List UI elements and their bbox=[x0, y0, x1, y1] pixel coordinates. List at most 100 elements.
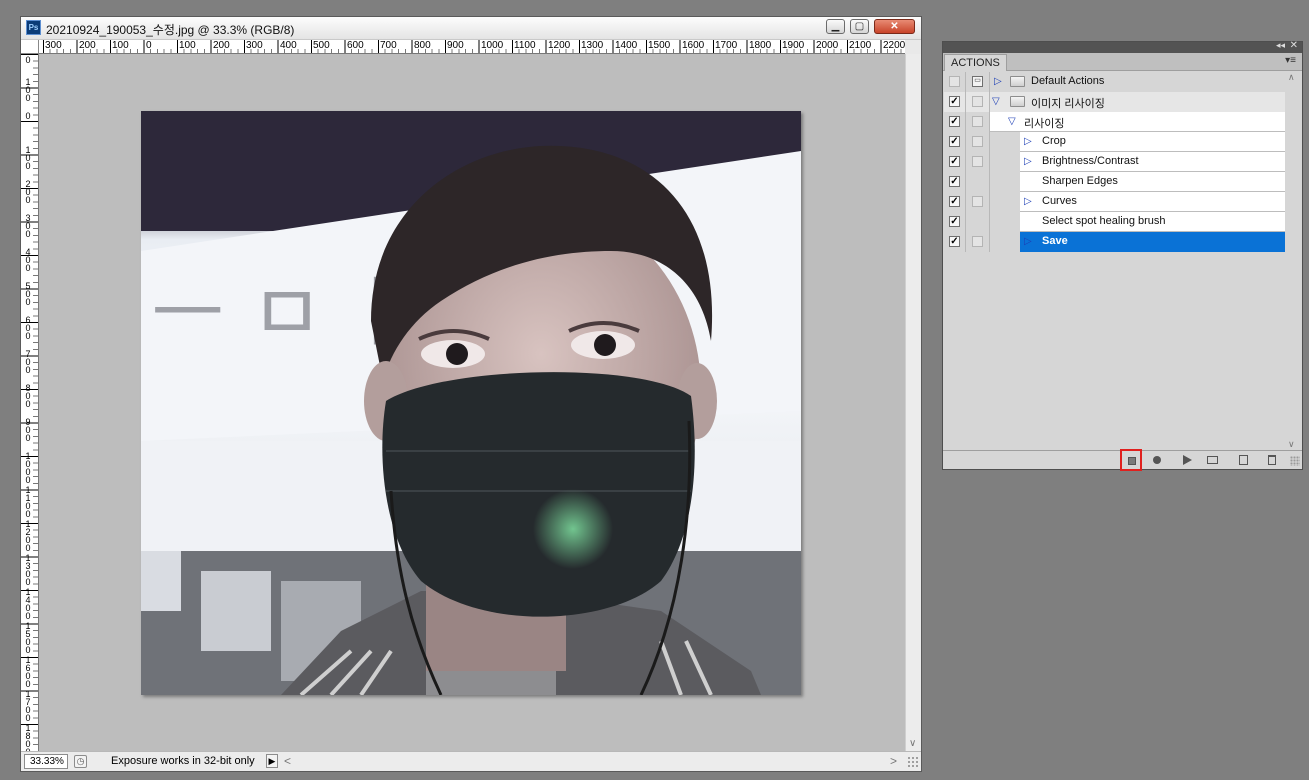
vertical-ruler[interactable]: 0 100 0 100 200 300 400 500 600 700 800 … bbox=[21, 54, 39, 751]
ruler-h-label: 1000 bbox=[481, 40, 504, 51]
scroll-left-arrow[interactable]: < bbox=[284, 754, 291, 768]
dialog-toggle-icon[interactable]: ▭ bbox=[972, 76, 983, 87]
delete-button[interactable] bbox=[1264, 452, 1280, 468]
toggle-item-checkbox[interactable]: ✓ bbox=[949, 216, 960, 227]
dialog-toggle-icon[interactable] bbox=[972, 196, 983, 207]
tab-actions[interactable]: ACTIONS bbox=[944, 54, 1007, 71]
create-new-action-button[interactable] bbox=[1235, 452, 1251, 468]
close-button[interactable]: ✕ bbox=[874, 19, 915, 34]
ruler-v-label: 1100 bbox=[25, 485, 31, 519]
scroll-up-arrow[interactable]: ∧ bbox=[1288, 72, 1295, 83]
minimize-button[interactable]: ▁ bbox=[826, 19, 845, 34]
toggle-item-checkbox[interactable]: ✓ bbox=[949, 176, 960, 187]
dialog-toggle-icon[interactable] bbox=[972, 236, 983, 247]
command-curves[interactable]: ✓ ▷ Curves bbox=[944, 192, 1285, 212]
action-set-resize[interactable]: ✓ ▽ 이미지 리사이징 bbox=[944, 92, 1285, 112]
panel-scrollbar[interactable]: ∧ ∨ bbox=[1285, 72, 1301, 450]
record-icon bbox=[1153, 456, 1161, 464]
ruler-h-label: 1600 bbox=[682, 40, 705, 51]
scroll-down-arrow[interactable]: ∨ bbox=[909, 738, 916, 749]
expand-triangle-icon[interactable]: ▷ bbox=[1024, 236, 1032, 247]
command-label: Curves bbox=[1042, 195, 1077, 207]
document-titlebar[interactable]: Ps 20210924_190053_수정.jpg @ 33.3% (RGB/8… bbox=[21, 17, 921, 40]
ruler-v-label: 0 bbox=[25, 111, 31, 121]
ruler-h-label: 600 bbox=[347, 40, 364, 51]
begin-recording-button[interactable] bbox=[1149, 452, 1165, 468]
vertical-scrollbar[interactable]: ∨ bbox=[905, 54, 921, 751]
command-brightness-contrast[interactable]: ✓ ▷ Brightness/Contrast bbox=[944, 152, 1285, 172]
panel-header-bar[interactable]: ◂◂ ✕ bbox=[943, 40, 1302, 53]
toggle-item-checkbox[interactable]: ✓ bbox=[949, 136, 960, 147]
status-bar: 33.33% ◷ Exposure works in 32-bit only ▶… bbox=[21, 751, 921, 771]
folder-icon bbox=[1207, 456, 1218, 464]
command-select-spot-healing-brush[interactable]: ✓ Select spot healing brush bbox=[944, 212, 1285, 232]
dialog-toggle-icon[interactable] bbox=[972, 136, 983, 147]
document-window[interactable]: Ps 20210924_190053_수정.jpg @ 33.3% (RGB/8… bbox=[20, 16, 922, 772]
ruler-v-label: 1600 bbox=[25, 655, 31, 689]
toggle-item-checkbox[interactable] bbox=[949, 76, 960, 87]
collapse-triangle-icon[interactable]: ▽ bbox=[1008, 116, 1016, 127]
resize-grip[interactable] bbox=[907, 756, 919, 768]
play-selection-button[interactable] bbox=[1178, 452, 1194, 468]
horizontal-ruler[interactable]: 300 200 100 0 100 200 300 400 500 600 70… bbox=[39, 40, 905, 54]
toggle-item-checkbox[interactable]: ✓ bbox=[949, 196, 960, 207]
ruler-h-label: 200 bbox=[213, 40, 230, 51]
folder-icon bbox=[1010, 96, 1025, 107]
stop-recording-button[interactable] bbox=[1120, 449, 1142, 471]
close-panel-icon[interactable]: ✕ bbox=[1290, 40, 1298, 51]
ruler-h-label: 0 bbox=[146, 40, 152, 51]
ruler-v-label: 1800 bbox=[25, 723, 31, 752]
ruler-h-label: 800 bbox=[414, 40, 431, 51]
action-set-default[interactable]: ▭ ▷ Default Actions bbox=[944, 72, 1285, 92]
document-info-icon[interactable]: ◷ bbox=[74, 755, 87, 768]
ruler-v-label: 300 bbox=[25, 213, 31, 239]
create-new-set-button[interactable] bbox=[1205, 452, 1221, 468]
ruler-h-label: 200 bbox=[79, 40, 96, 51]
ruler-h-label: 1400 bbox=[615, 40, 638, 51]
dialog-toggle-icon[interactable] bbox=[972, 116, 983, 127]
toggle-item-checkbox[interactable]: ✓ bbox=[949, 116, 960, 127]
ruler-v-label: 0 bbox=[25, 55, 31, 65]
expand-triangle-icon[interactable]: ▷ bbox=[994, 76, 1002, 87]
toggle-item-checkbox[interactable]: ✓ bbox=[949, 96, 960, 107]
collapse-triangle-icon[interactable]: ▽ bbox=[992, 96, 1000, 107]
command-label: Save bbox=[1042, 235, 1068, 247]
ruler-h-label: 1200 bbox=[548, 40, 571, 51]
dialog-toggle-icon[interactable] bbox=[972, 156, 983, 167]
document-image[interactable]: ㅡ ㅁ ㅐ bbox=[141, 111, 801, 695]
command-sharpen-edges[interactable]: ✓ Sharpen Edges bbox=[944, 172, 1285, 192]
ruler-v-label: 500 bbox=[25, 281, 31, 307]
expand-triangle-icon[interactable]: ▷ bbox=[1024, 196, 1032, 207]
ruler-h-label: 100 bbox=[179, 40, 196, 51]
panel-menu-icon[interactable]: ▾≡ bbox=[1285, 55, 1296, 66]
dialog-toggle-icon[interactable] bbox=[972, 96, 983, 107]
toggle-item-checkbox[interactable]: ✓ bbox=[949, 156, 960, 167]
expand-triangle-icon[interactable]: ▷ bbox=[1024, 156, 1032, 167]
trash-icon bbox=[1268, 455, 1276, 465]
ruler-v-label: 800 bbox=[25, 383, 31, 409]
command-crop[interactable]: ✓ ▷ Crop bbox=[944, 132, 1285, 152]
ruler-h-label: 400 bbox=[280, 40, 297, 51]
panel-tab-bar: ACTIONS ▾≡ bbox=[943, 53, 1302, 71]
expand-triangle-icon[interactable]: ▷ bbox=[1024, 136, 1032, 147]
document-title: 20210924_190053_수정.jpg @ 33.3% (RGB/8) bbox=[46, 23, 295, 37]
photoshop-app-icon: Ps bbox=[26, 20, 41, 35]
action-resize[interactable]: ✓ ▽ 리사이징 bbox=[944, 112, 1285, 132]
canvas-area[interactable]: ㅡ ㅁ ㅐ bbox=[39, 54, 905, 751]
panel-resize-grip[interactable] bbox=[1290, 456, 1300, 466]
command-label: Crop bbox=[1042, 135, 1066, 147]
command-save[interactable]: ✓ ▷ Save bbox=[944, 232, 1285, 252]
ruler-h-label: 2200 bbox=[883, 40, 905, 51]
collapse-panel-icon[interactable]: ◂◂ bbox=[1276, 40, 1285, 51]
maximize-button[interactable]: ▢ bbox=[850, 19, 869, 34]
zoom-level-field[interactable]: 33.33% bbox=[24, 754, 68, 769]
play-icon bbox=[1183, 455, 1192, 465]
status-menu-arrow[interactable]: ▶ bbox=[266, 754, 278, 768]
ruler-v-label: 900 bbox=[25, 417, 31, 443]
ruler-h-label: 300 bbox=[45, 40, 62, 51]
toggle-item-checkbox[interactable]: ✓ bbox=[949, 236, 960, 247]
scroll-right-arrow[interactable]: > bbox=[890, 754, 897, 768]
ruler-origin[interactable] bbox=[21, 40, 39, 54]
scroll-down-arrow[interactable]: ∨ bbox=[1288, 439, 1295, 450]
ruler-v-label: 1000 bbox=[25, 451, 31, 485]
